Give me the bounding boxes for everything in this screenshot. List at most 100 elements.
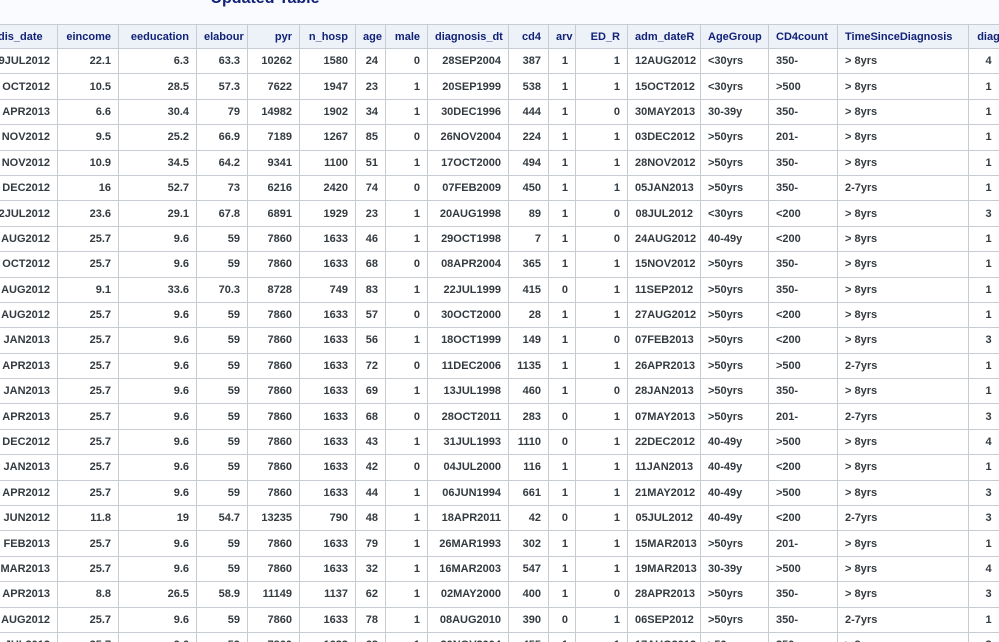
cell-pyr: 7860 — [247, 606, 300, 633]
cell-diagnosis_dt: 22JUL1999 — [427, 276, 509, 303]
cell-adm_dateR: 05JAN2013 — [627, 174, 701, 202]
cell-male: 1 — [385, 225, 428, 253]
cell-n_hosp: 1633 — [299, 606, 356, 633]
column-header-male: male — [385, 24, 428, 49]
table-row: APR2012 25.7 9.6 59 7860 1633 44 1 06JUN1994 661 1… — [0, 479, 999, 507]
cell-dis_date: APR2013 — [0, 581, 58, 608]
cell-diagnosis_dt: 29OCT1998 — [427, 225, 509, 253]
table-row: MAR2013 25.7 9.6 59 7860 1633 32 1 16MAR2003 547 1… — [0, 555, 999, 583]
cell-pyr: 11149 — [247, 581, 300, 608]
cell-age: 78 — [355, 606, 386, 633]
cell-diag: 1 — [968, 124, 999, 151]
cell-eeducation: 9.6 — [118, 352, 197, 380]
table-row: DEC2012 25.7 9.6 59 7860 1633 43 1 31JUL1993 1110… — [0, 428, 999, 456]
cell-adm_dateR: 26APR2013 — [627, 352, 701, 380]
cell-diag: 1 — [968, 606, 999, 633]
table-row: NOV2012 10.9 34.5 64.2 9341 1100 51 1 17OCT2000 4… — [0, 149, 999, 176]
cell-diag: 3 — [968, 327, 999, 354]
cell-CD4count: 350- — [768, 174, 838, 202]
cell-eeducation: 9.6 — [118, 403, 197, 430]
cell-eeducation: 9.6 — [118, 251, 197, 278]
cell-TimeSinceDiagnosis: 2-7yrs — [837, 403, 969, 430]
cell-male: 0 — [385, 251, 428, 278]
column-header-CD4count: CD4count — [768, 24, 838, 49]
cell-elabour: 58.9 — [196, 581, 248, 608]
cell-male: 1 — [385, 555, 428, 583]
column-header-pyr: pyr — [247, 24, 300, 49]
cell-TimeSinceDiagnosis: > 8yrs — [837, 98, 969, 126]
cell-diag: 1 — [968, 251, 999, 278]
cell-pyr: 7860 — [247, 327, 300, 354]
cell-cd4: 455 — [508, 631, 549, 642]
cell-diagnosis_dt: 02MAY2000 — [427, 581, 509, 608]
cell-dis_date: JUN2012 — [0, 505, 58, 532]
cell-adm_dateR: 28APR2013 — [627, 581, 701, 608]
cell-adm_dateR: 07FEB2013 — [627, 327, 701, 354]
cell-eincome: 25.7 — [57, 555, 119, 583]
cell-arv: 1 — [548, 98, 576, 126]
column-header-age: age — [355, 24, 386, 49]
cell-age: 32 — [355, 555, 386, 583]
cell-diag: 1 — [968, 530, 999, 557]
table-row: APR2013 6.6 30.4 79 14982 1902 34 1 30DEC1996 444… — [0, 98, 999, 126]
cell-cd4: 224 — [508, 124, 549, 151]
cell-diag: 1 — [968, 352, 999, 380]
cell-elabour: 70.3 — [196, 276, 248, 303]
cell-eeducation: 9.6 — [118, 378, 197, 405]
cell-AgeGroup: 40-49y — [700, 428, 769, 456]
cell-pyr: 7860 — [247, 378, 300, 405]
cell-n_hosp: 1633 — [299, 479, 356, 507]
column-header-TimeSinceDiagnosis: TimeSinceDiagnosis — [837, 24, 969, 49]
table-row: APR2013 25.7 9.6 59 7860 1633 72 0 11DEC2006 1135… — [0, 352, 999, 380]
cell-arv: 1 — [548, 47, 576, 75]
cell-eeducation: 28.5 — [118, 73, 197, 100]
cell-diagnosis_dt: 28SEP2004 — [427, 47, 509, 75]
cell-TimeSinceDiagnosis: > 8yrs — [837, 73, 969, 100]
cell-TimeSinceDiagnosis: > 8yrs — [837, 301, 969, 329]
cell-diag: 3 — [968, 479, 999, 507]
cell-adm_dateR: 24AUG2012 — [627, 225, 701, 253]
cell-ED_R: 1 — [575, 454, 628, 481]
cell-pyr: 14982 — [247, 98, 300, 126]
cell-elabour: 59 — [196, 403, 248, 430]
cell-eeducation: 9.6 — [118, 327, 197, 354]
cell-cd4: 302 — [508, 530, 549, 557]
cell-CD4count: >500 — [768, 479, 838, 507]
cell-eincome: 25.7 — [57, 301, 119, 329]
cell-CD4count: 350- — [768, 98, 838, 126]
cell-TimeSinceDiagnosis: > 8yrs — [837, 149, 969, 176]
cell-elabour: 59 — [196, 352, 248, 380]
cell-arv: 1 — [548, 149, 576, 176]
cell-arv: 1 — [548, 124, 576, 151]
cell-eeducation: 26.5 — [118, 581, 197, 608]
cell-eeducation: 9.6 — [118, 555, 197, 583]
table-row: 9JUL2012 22.1 6.3 63.3 10262 1580 24 0 28SEP2004… — [0, 47, 999, 75]
cell-age: 63 — [355, 631, 386, 642]
cell-eeducation: 9.6 — [118, 530, 197, 557]
cell-eincome: 25.7 — [57, 225, 119, 253]
table-row: AUG2012 25.7 9.6 59 7860 1633 57 0 30OCT2000 28 1 1… — [0, 301, 999, 329]
cell-diag: 1 — [968, 174, 999, 202]
cell-adm_dateR: 15NOV2012 — [627, 251, 701, 278]
cell-male: 1 — [385, 581, 428, 608]
cell-male: 1 — [385, 276, 428, 303]
cell-n_hosp: 1633 — [299, 251, 356, 278]
cell-pyr: 7860 — [247, 454, 300, 481]
cell-adm_dateR: 12AUG2012 — [627, 47, 701, 75]
cell-male: 1 — [385, 606, 428, 633]
cell-TimeSinceDiagnosis: 2-7yrs — [837, 606, 969, 633]
cell-arv: 0 — [548, 276, 576, 303]
cell-pyr: 7622 — [247, 73, 300, 100]
cell-AgeGroup: 40-49y — [700, 479, 769, 507]
cell-adm_dateR: 07MAY2013 — [627, 403, 701, 430]
cell-male: 1 — [385, 378, 428, 405]
cell-CD4count: >500 — [768, 352, 838, 380]
header-row: dis_date eincome eeducation elabour pyr n_hos… — [0, 24, 999, 49]
cell-pyr: 8728 — [247, 276, 300, 303]
cell-male: 1 — [385, 479, 428, 507]
cell-TimeSinceDiagnosis: > 8yrs — [837, 124, 969, 151]
column-header-n_hosp: n_hosp — [299, 24, 356, 49]
cell-eeducation: 52.7 — [118, 174, 197, 202]
cell-diag: 3 — [968, 631, 999, 642]
cell-cd4: 400 — [508, 581, 549, 608]
